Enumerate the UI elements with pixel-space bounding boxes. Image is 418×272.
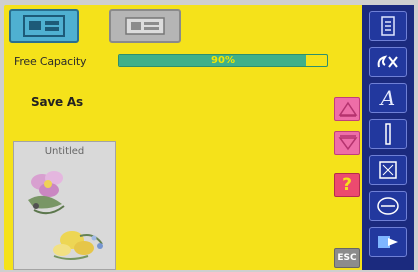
toolbar-hoop-button[interactable] bbox=[369, 191, 407, 221]
toolbar-info-button[interactable] bbox=[369, 11, 407, 41]
esc-button[interactable]: ESC bbox=[334, 248, 360, 268]
save-as-title: Save As bbox=[31, 95, 83, 109]
info-icon bbox=[381, 16, 395, 36]
embroidery-flower-icon bbox=[28, 171, 103, 260]
toolbar-frame-button[interactable] bbox=[369, 155, 407, 185]
free-capacity-percent: 90% bbox=[211, 55, 235, 66]
toolbar-exit-button[interactable] bbox=[369, 227, 407, 257]
frame-icon bbox=[379, 161, 397, 179]
toolbar-needle-button[interactable] bbox=[369, 119, 407, 149]
exit-icon bbox=[378, 236, 398, 248]
needle-icon bbox=[385, 123, 391, 145]
sewing-machine-icon bbox=[125, 17, 165, 35]
free-capacity-bar: 90% bbox=[118, 54, 328, 67]
toolbar-text-button[interactable]: A bbox=[369, 83, 407, 113]
stitch-icon bbox=[377, 55, 398, 68]
scroll-up-button[interactable] bbox=[334, 97, 360, 121]
text-icon: A bbox=[380, 86, 396, 110]
toolbar-stitch-button[interactable] bbox=[369, 47, 407, 77]
folder-tree-icon bbox=[23, 15, 65, 37]
free-capacity-label: Free Capacity bbox=[14, 55, 87, 68]
main-screen: Free Capacity 90% Save As Untitled ? ESC bbox=[4, 5, 414, 270]
preview-title: Untitled bbox=[44, 146, 85, 157]
machine-tab[interactable] bbox=[109, 9, 181, 43]
triangle-down-icon bbox=[338, 135, 358, 151]
design-preview[interactable]: Untitled bbox=[13, 141, 116, 270]
right-toolbar: A bbox=[362, 5, 414, 270]
scroll-down-button[interactable] bbox=[334, 131, 360, 155]
triangle-up-icon bbox=[338, 101, 358, 117]
hoop-icon bbox=[377, 197, 399, 215]
help-button[interactable]: ? bbox=[334, 173, 360, 197]
folder-tab[interactable] bbox=[9, 9, 79, 43]
